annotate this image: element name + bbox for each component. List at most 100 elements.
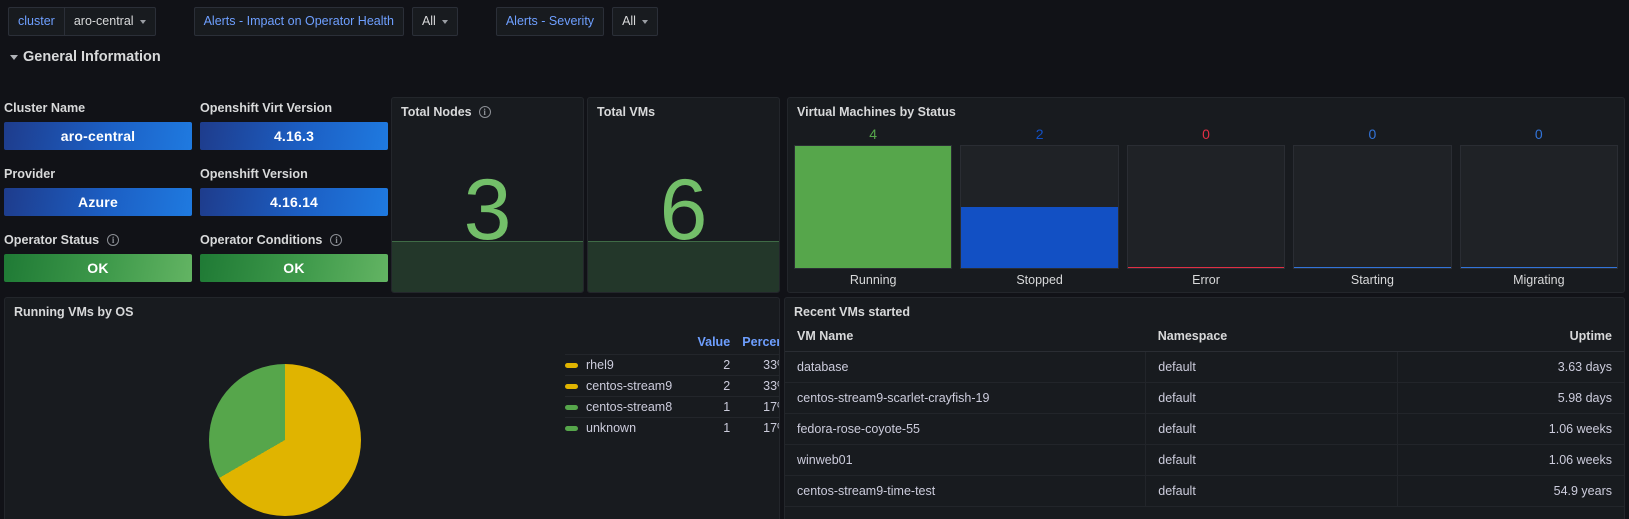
stat-cluster-name-label: Cluster Name [4,101,86,115]
stat-operator-status[interactable]: Operator Status i OK [4,230,192,282]
stat-cluster-name-value: aro-central [4,122,192,150]
table-row[interactable]: winweb01 default 1.06 weeks [785,444,1624,476]
bargauge-label-starting: Starting [1350,273,1394,287]
table-cell-uptime: 1.06 weeks [1397,413,1624,445]
table-cell-namespace: default [1145,475,1398,507]
variable-alerts-severity: Alerts - Severity [495,7,605,36]
variable-alerts-severity-label: Alerts - Severity [495,7,605,36]
table-column-header[interactable]: Uptime [1397,321,1624,352]
pie-legend-rows: rhel9233%centos-stream9233%centos-stream… [565,354,779,438]
variable-alerts-impact: Alerts - Impact on Operator Health [193,7,404,36]
bargauge-value-migrating: 0 [1534,126,1543,142]
info-icon[interactable]: i [478,106,491,118]
pie-legend-value: 1 [723,421,731,435]
pie-legend-item[interactable]: centos-stream8 1 17% [565,396,779,417]
pie-legend-label: rhel9 [586,358,614,372]
table-column-header[interactable]: Namespace [1145,321,1398,352]
table-cell-namespace: default [1145,413,1398,445]
bargauge-item-running: 4 Running [794,123,953,291]
stat-openshift-virt-version-label: Openshift Virt Version [200,101,333,115]
table-cell-namespace: default [1145,444,1398,476]
pie-legend-percent: 17% [763,421,779,435]
stat-provider-value: Azure [4,188,192,216]
panel-vms-by-os[interactable]: Running VMs by OS Value Percent rhel9 2 33… [4,297,780,519]
stat-openshift-version[interactable]: Openshift Version 4.16.14 [200,164,388,216]
vm-status-bargauge: 4 Running 2 Stopped 0 Error 0 Starting 0 Migratin… [788,121,1624,291]
stat-operator-status-value: OK [4,254,192,282]
chevron-down-icon [10,55,18,60]
table-cell-vm-name: winweb01 [785,444,1147,476]
stat-openshift-virt-version-value: 4.16.3 [200,122,388,150]
panel-recent-vms[interactable]: Recent VMs started VM Name Namespace Uptim… [784,297,1625,519]
pie-legend-header-percent[interactable]: Percent [730,335,779,349]
legend-swatch-icon [565,362,578,368]
row-header-label: General Information [23,48,161,65]
variable-alerts-impact-picker[interactable]: All [411,7,458,36]
chevron-down-icon [641,20,648,24]
pie-legend-percent: 33% [763,358,779,372]
table-row[interactable]: database default 3.63 days [785,351,1624,383]
info-icon[interactable]: i [107,234,120,246]
stat-openshift-version-value: 4.16.14 [200,188,388,216]
pie-legend-item[interactable]: centos-stream9 2 33% [565,375,779,396]
stat-operator-status-label: Operator Status i [4,230,192,250]
panel-vm-status[interactable]: Virtual Machines by Status 4 Running 2 Stop… [787,97,1625,293]
chevron-down-icon [441,20,448,24]
table-cell-vm-name: centos-stream9-scarlet-crayfish-19 [785,382,1147,414]
bargauge-track-migrating [1459,145,1619,269]
table-row[interactable]: centos-stream9-time-test default 54.9 year… [785,475,1624,507]
pie-legend-percent: 33% [763,379,779,393]
row-header-general-information[interactable]: General Information [0,43,1629,70]
bargauge-track-error [1126,145,1286,269]
table-cell-uptime: 1.06 weeks [1397,444,1624,476]
pie-legend-percent: 17% [763,400,779,414]
info-icon[interactable]: i [330,234,343,246]
variable-cluster-label: cluster [8,7,64,36]
pie-chart[interactable] [209,364,361,516]
pie-legend-header: Value Percent [565,335,779,354]
variable-cluster: cluster aro-central [8,7,156,36]
pie-legend-item[interactable]: rhel9 2 33% [565,354,779,375]
bargauge-label-migrating: Migrating [1513,273,1565,287]
stat-operator-conditions[interactable]: Operator Conditions i OK [200,230,388,282]
pie-legend-header-value[interactable]: Value [672,335,730,349]
pie-legend-label: centos-stream8 [586,400,673,414]
bargauge-label-running: Running [849,273,897,287]
bargauge-item-starting: 0 Starting [1293,123,1452,291]
pie-legend-name: centos-stream8 [565,400,672,414]
bargauge-fill-error [1127,266,1285,268]
variable-bar: cluster aro-central Alerts - Impact on O… [0,0,1629,43]
table-row[interactable]: centos-stream9-scarlet-crayfish-19 defaul… [785,382,1624,414]
bargauge-value-error: 0 [1202,126,1210,142]
table-cell-uptime: 5.98 days [1397,382,1624,414]
stat-openshift-virt-version[interactable]: Openshift Virt Version 4.16.3 [200,98,388,150]
table-cell-namespace: default [1145,382,1398,414]
stat-cluster-name[interactable]: Cluster Name aro-central [4,98,192,150]
stat-provider[interactable]: Provider Azure [4,164,192,216]
variable-cluster-picker[interactable]: aro-central [63,7,156,36]
vms-by-os-body: Value Percent rhel9 2 33% centos-stream9 2 33… [5,321,779,519]
table-cell-vm-name: centos-stream9-time-test [785,475,1147,507]
panel-total-vms[interactable]: Total VMs 6 [587,97,780,293]
pie-legend-label: centos-stream9 [586,379,673,393]
pie-legend-item[interactable]: unknown 1 17% [565,417,779,438]
stat-operator-conditions-label: Operator Conditions i [200,230,388,250]
recent-vms-table: VM Name Namespace Uptime database default 3.… [785,321,1624,507]
bargauge-label-stopped: Stopped [1016,273,1063,287]
total-nodes-value: 3 [463,162,512,258]
bargauge-track-running [794,145,953,269]
panel-total-nodes-title: Total Nodes i [392,98,583,121]
table-header-row: VM Name Namespace Uptime [785,321,1624,352]
variable-alerts-severity-picker[interactable]: All [612,7,658,36]
total-vms-value: 6 [659,162,708,258]
pie-legend-name: rhel9 [565,358,672,372]
bargauge-fill-migrating [1460,266,1618,268]
pie-legend-label: unknown [586,421,637,435]
bargauge-item-stopped: 2 Stopped [960,123,1119,291]
table-column-header[interactable]: VM Name [785,321,1146,352]
table-cell-uptime: 54.9 years [1397,475,1624,507]
bargauge-track-starting [1293,145,1452,269]
table-row[interactable]: fedora-rose-coyote-55 default 1.06 weeks [785,413,1624,445]
table-body: database default 3.63 days centos-stream9-s… [785,351,1624,507]
panel-total-nodes[interactable]: Total Nodes i 3 [391,97,584,293]
